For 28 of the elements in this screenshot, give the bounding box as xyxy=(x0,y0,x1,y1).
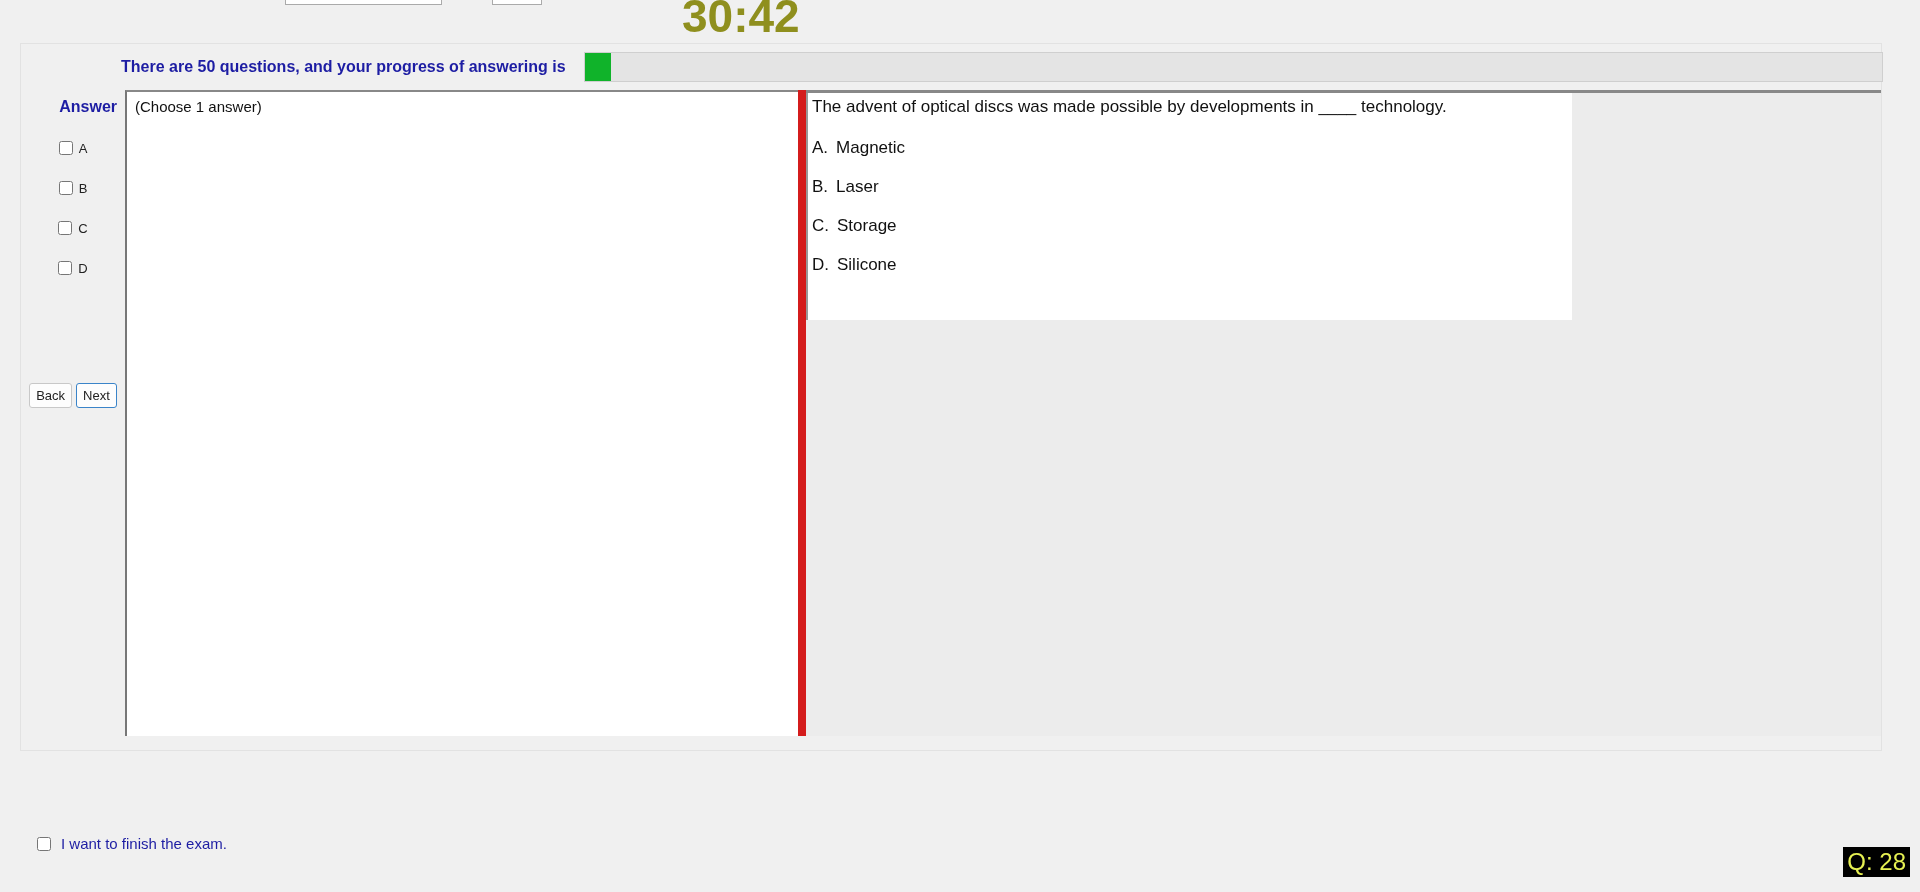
option-label: A xyxy=(78,140,88,156)
choice-letter: D. xyxy=(812,255,829,275)
choice-letter: B. xyxy=(812,177,829,197)
dropdown-field[interactable] xyxy=(285,0,442,5)
dropdown-field[interactable] xyxy=(492,0,542,5)
choice-text: Magnetic xyxy=(836,138,906,158)
question-number: Q: 28 xyxy=(1843,847,1910,877)
answer-checkbox[interactable] xyxy=(58,141,73,155)
choice-text: Laser xyxy=(836,177,879,197)
option-label: D xyxy=(78,260,88,276)
answer-checkbox[interactable] xyxy=(58,261,73,275)
finish-checkbox[interactable] xyxy=(37,836,51,851)
answer-hint: (Choose 1 answer) xyxy=(135,98,262,115)
option-label: C xyxy=(78,220,88,236)
option-label: B xyxy=(78,180,88,196)
choice-text: Storage xyxy=(837,216,897,236)
nav-button[interactable]: Next xyxy=(76,383,117,408)
answer-checkbox[interactable] xyxy=(58,181,73,195)
choice-letter: C. xyxy=(812,216,829,236)
choice-text: Silicone xyxy=(837,255,897,275)
answer-heading: Answer xyxy=(59,98,117,116)
countdown-timer: 30:42 xyxy=(682,0,800,38)
nav-button[interactable]: Back xyxy=(29,383,73,408)
question-text: The advent of optical discs was made possible by developments in ____ technology. xyxy=(812,97,1448,117)
progress-label: There are 50 questions, and your progress of answering is xyxy=(121,58,566,76)
choice-letter: A. xyxy=(812,138,829,158)
answer-checkbox[interactable] xyxy=(58,221,73,235)
finish-label: I want to finish the exam. xyxy=(61,835,227,852)
